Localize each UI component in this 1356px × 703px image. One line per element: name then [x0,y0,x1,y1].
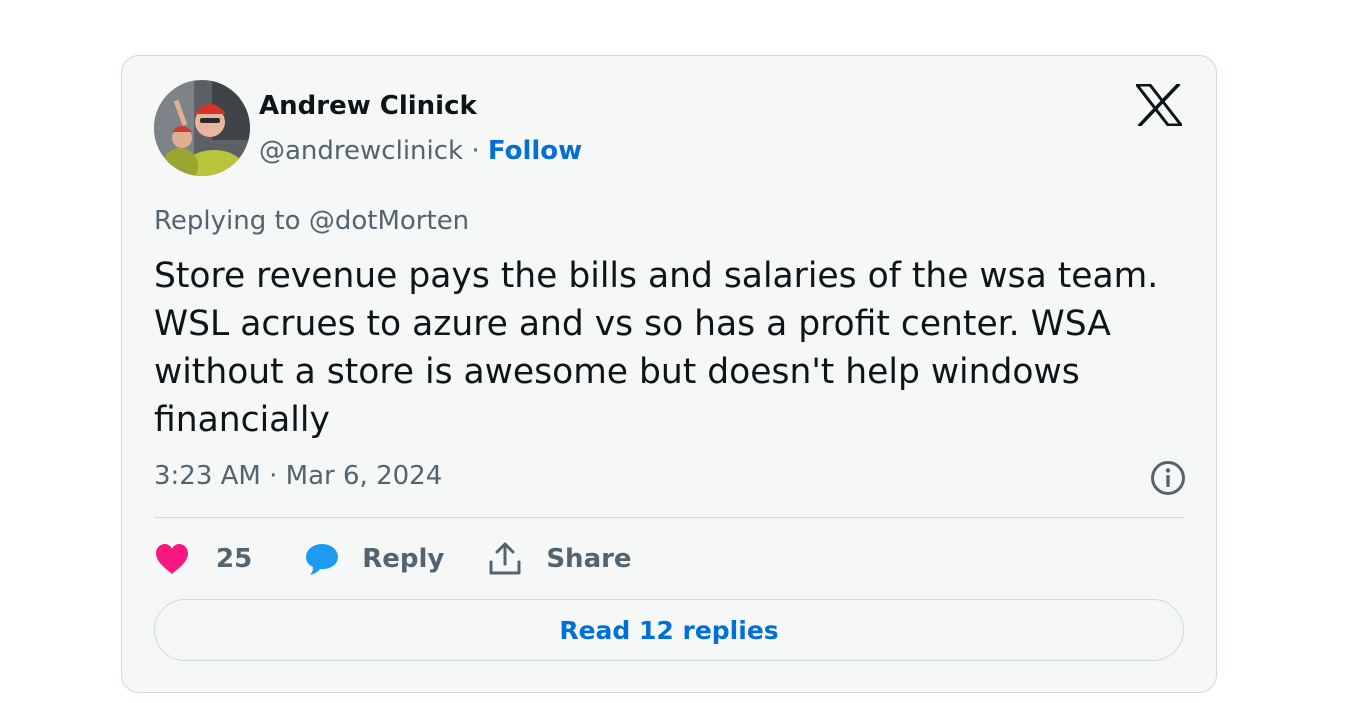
author-name[interactable]: Andrew Clinick [259,91,477,121]
read-replies-button[interactable]: Read 12 replies [154,599,1184,661]
avatar-photo [154,80,250,176]
follow-link[interactable]: Follow [488,136,582,166]
reply-label: Reply [362,544,445,574]
replying-prefix: Replying to [154,206,301,236]
handle-separator: · [471,136,480,166]
action-bar: 25 Reply Share [154,537,632,581]
info-icon[interactable] [1149,459,1187,497]
author-handle[interactable]: @andrewclinick [259,136,463,166]
tweet-date: Mar 6, 2024 [285,461,443,491]
x-logo-icon[interactable] [1133,82,1185,128]
share-upload-icon [488,542,524,576]
share-button[interactable]: Share [488,542,632,576]
tweet-timestamp[interactable]: 3:23 AM · Mar 6, 2024 [154,461,442,491]
timestamp-separator: · [269,461,278,491]
tweet-time: 3:23 AM [154,461,261,491]
speech-bubble-icon [304,542,344,576]
divider [154,517,1184,518]
replying-to: Replying to @dotMorten [154,206,469,236]
share-label: Share [546,544,632,574]
tweet-text: Store revenue pays the bills and salarie… [154,256,1159,440]
reply-button[interactable]: Reply [304,542,444,576]
tweet-card: Andrew Clinick @andrewclinick · Follow R… [121,55,1217,693]
like-button[interactable]: 25 [154,543,252,575]
avatar[interactable] [154,80,250,176]
replying-target-handle[interactable]: @dotMorten [309,206,469,236]
heart-icon [154,543,200,575]
author-handle-line: @andrewclinick · Follow [259,136,582,166]
like-count: 25 [216,544,253,574]
